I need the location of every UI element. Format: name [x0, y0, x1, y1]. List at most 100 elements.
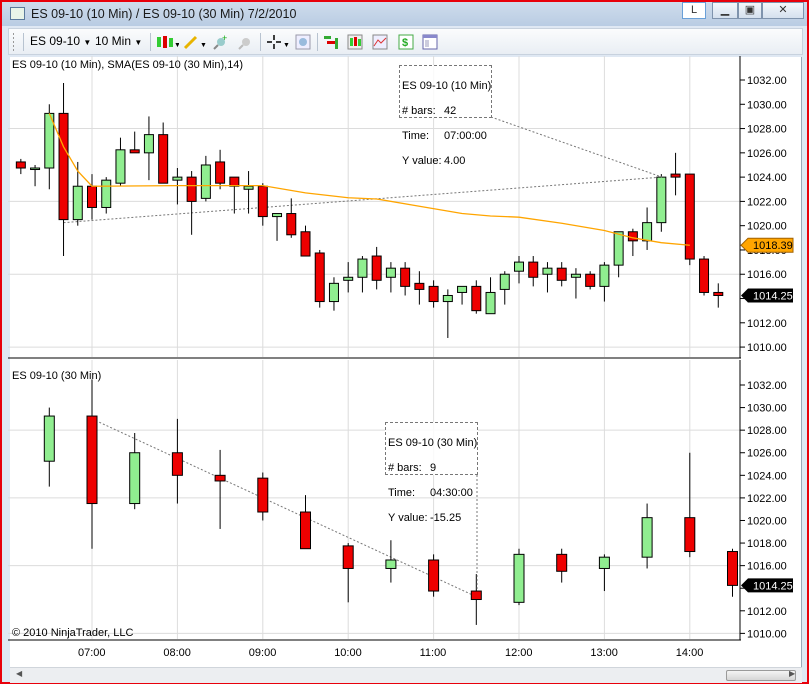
candle-body-up: [72, 185, 83, 221]
top-panel-title: ES 09-10 (10 Min), SMA(ES 09-10 (30 Min)…: [12, 59, 244, 71]
candle-body-down: [727, 551, 738, 586]
price-tick-label: 1032.00: [747, 75, 787, 87]
sma-value-label: 1018.39: [753, 240, 793, 252]
price-tick-label: 1020.00: [747, 515, 787, 527]
price-tick-label: 1022.00: [747, 493, 787, 505]
price-tick-label: 1024.00: [747, 172, 787, 184]
candle-body-up: [43, 415, 55, 462]
candle: [86, 379, 98, 549]
candle: [272, 213, 283, 241]
price-tick-label: 1020.00: [747, 221, 787, 233]
candle-body-up: [514, 261, 524, 272]
price-tick-label: 1022.00: [747, 196, 787, 208]
time-axis-label: 08:00: [163, 647, 191, 659]
top-measure-tooltip[interactable]: ES 09-10 (10 Min) # bars: 42 Time: 07:00:0…: [399, 65, 492, 167]
price-tick-label: 1010.00: [747, 342, 787, 354]
price-tick-label: 1024.00: [747, 470, 787, 482]
candle-body-up: [357, 258, 368, 278]
price-tick-label: 1018.00: [747, 538, 787, 550]
candle-body-down: [684, 517, 696, 553]
candle-body-down: [414, 282, 425, 290]
tooltip-y-label: Y value:: [402, 154, 442, 167]
time-axis-label: 09:00: [249, 647, 277, 659]
candle: [300, 495, 311, 550]
candle-body-down: [556, 267, 567, 281]
candle: [58, 83, 69, 257]
candle: [585, 271, 596, 290]
candle-body-up: [172, 176, 183, 181]
candle: [699, 256, 710, 296]
candle-body-down: [129, 149, 140, 154]
tooltip-bars-label: # bars:: [388, 461, 422, 474]
candle-body-down: [400, 267, 411, 287]
candle-body-up: [101, 179, 112, 208]
tooltip-bars-label: # bars:: [402, 104, 436, 117]
candle-body-down: [158, 134, 169, 184]
time-axis-label: 07:00: [78, 647, 106, 659]
candle: [641, 503, 653, 569]
tooltip-title: ES 09-10 (10 Min): [402, 79, 492, 92]
tooltip-y-value: 4.00: [444, 154, 466, 167]
candle-body-down: [229, 176, 240, 187]
candle: [158, 122, 169, 184]
candle-body-up: [599, 264, 610, 287]
tooltip-y-value: -15.25: [430, 511, 462, 524]
candle-body-down: [470, 590, 482, 601]
candle: [101, 177, 112, 214]
candle-body-down: [58, 112, 69, 221]
tooltip-time-label: Time:: [388, 486, 416, 499]
candle-body-down: [286, 213, 297, 236]
sma-line: [48, 113, 690, 246]
copyright-text: © 2010 NinjaTrader, LLC: [12, 627, 134, 639]
candle: [200, 155, 211, 202]
candle-body-up: [200, 164, 211, 199]
price-tick-label: 1010.00: [747, 628, 787, 640]
price-tick-label: 1016.00: [747, 561, 787, 573]
candle: [43, 407, 55, 487]
candle: [470, 574, 482, 625]
candle-body-down: [314, 252, 325, 303]
candle: [670, 152, 681, 196]
price-tick-label: 1030.00: [747, 403, 787, 415]
candle: [642, 207, 653, 250]
candle: [684, 452, 696, 558]
price-tick-label: 1028.00: [747, 425, 787, 437]
time-axis-label: 12:00: [505, 647, 533, 659]
candle: [599, 262, 610, 302]
candle-body-up: [143, 134, 154, 154]
bottom-measure-tooltip[interactable]: ES 09-10 (30 Min) # bars: 9 Time: 04:30:00…: [385, 422, 478, 524]
candle-body-up: [385, 559, 397, 569]
candle-body-up: [656, 176, 667, 224]
candle-body-up: [499, 273, 510, 290]
candle: [613, 231, 624, 278]
candle-body-up: [272, 213, 283, 218]
candle: [400, 262, 411, 296]
candle-body-down: [428, 559, 440, 592]
candle-body-down: [471, 285, 482, 312]
candle-body-down: [300, 511, 311, 550]
candle-body-up: [30, 167, 41, 171]
candle: [257, 472, 269, 521]
candle-body-up: [642, 222, 653, 242]
tooltip-bars-value: 9: [430, 461, 437, 474]
candle: [457, 285, 468, 305]
candle-body-up: [598, 556, 610, 569]
candle-body-down: [556, 553, 568, 572]
candle: [556, 548, 568, 583]
price-tick-label: 1032.00: [747, 380, 787, 392]
candle: [143, 116, 154, 181]
candle-body-down: [215, 161, 226, 184]
candle-body-down: [713, 291, 724, 296]
candle-body-down: [684, 173, 695, 260]
candle: [684, 173, 695, 266]
candle-body-down: [528, 261, 539, 278]
candle: [598, 554, 610, 592]
candle: [15, 158, 26, 175]
candle: [171, 418, 183, 504]
candle-body-up: [485, 291, 496, 315]
price-tick-label: 1026.00: [747, 148, 787, 160]
candle-body-down: [371, 255, 382, 281]
candle-body-up: [457, 285, 468, 293]
tooltip-bars-value: 42: [444, 104, 457, 117]
candle-body-down: [670, 173, 681, 178]
